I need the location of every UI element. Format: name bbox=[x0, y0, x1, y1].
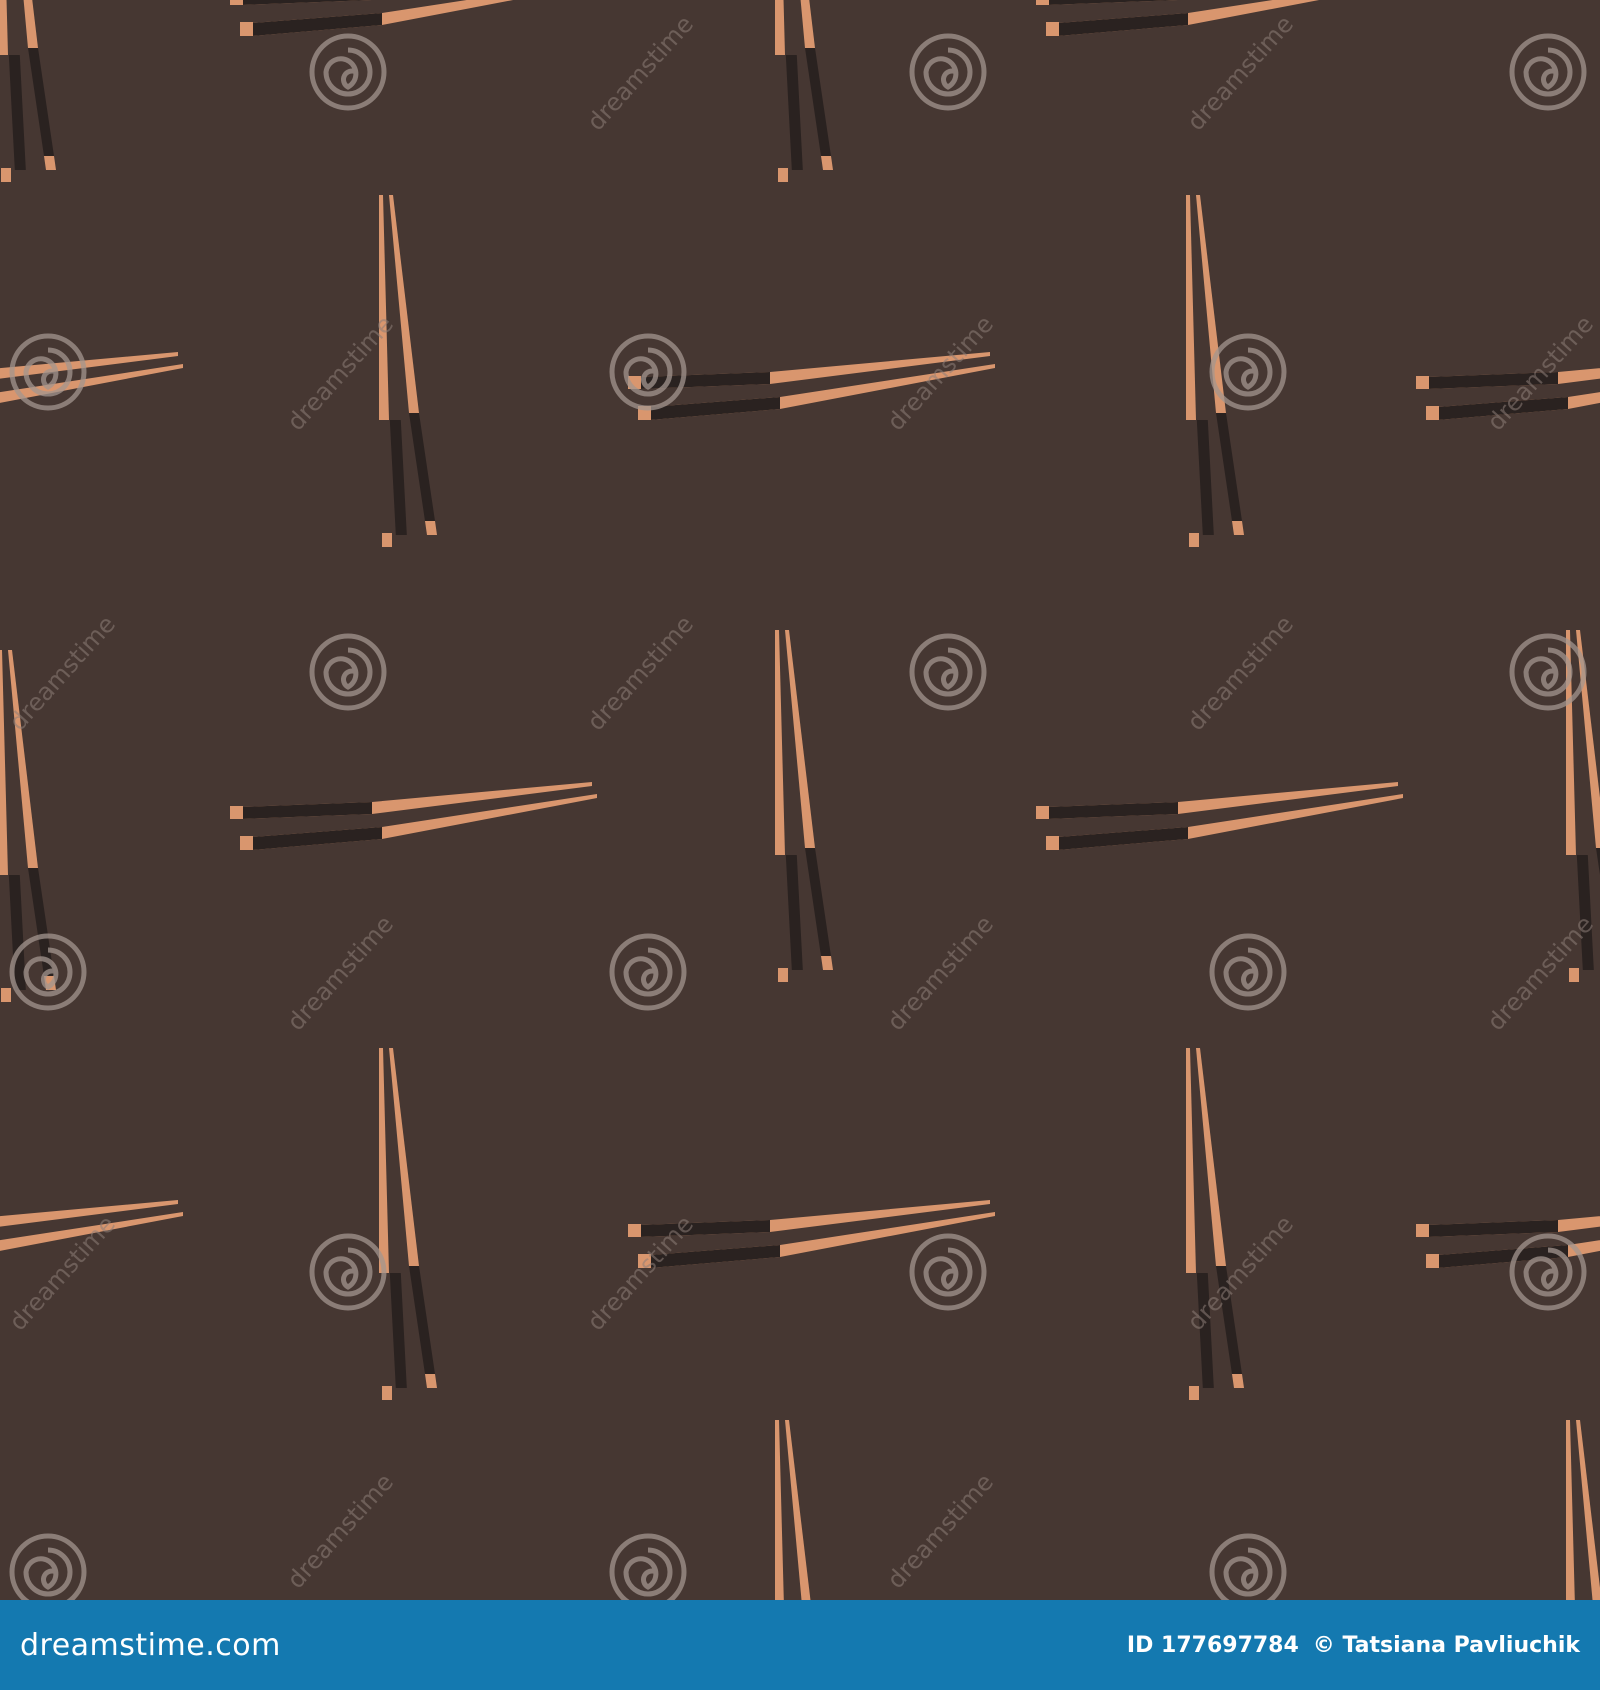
watermark-text: dreamstime bbox=[1482, 910, 1599, 1036]
dreamstime-spiral-icon bbox=[612, 1536, 684, 1600]
dreamstime-spiral-icon bbox=[1212, 336, 1284, 408]
chopsticks-vertical bbox=[1186, 1048, 1244, 1400]
chopsticks-vertical bbox=[379, 1048, 437, 1400]
dreamstime-spiral-icon bbox=[612, 336, 684, 408]
author-name: Tatsiana Pavliuchik bbox=[1342, 1632, 1580, 1658]
chopsticks-vertical bbox=[775, 630, 833, 982]
author-credit: © Tatsiana Pavliuchik bbox=[1313, 1633, 1580, 1658]
dreamstime-spiral-icon bbox=[312, 1236, 384, 1308]
watermark-text: dreamstime bbox=[882, 310, 999, 436]
footer-brand[interactable]: dreamstime.com bbox=[20, 1628, 281, 1663]
dreamstime-spiral-icon bbox=[12, 1536, 84, 1600]
footer-credits: ID 177697784 © Tatsiana Pavliuchik bbox=[1127, 1633, 1580, 1658]
chopsticks-horizontal bbox=[1416, 1200, 1600, 1268]
watermark-text: dreamstime bbox=[1182, 10, 1299, 136]
dreamstime-spiral-icon bbox=[312, 36, 384, 108]
dreamstime-spiral-icon bbox=[912, 636, 984, 708]
watermark-text: dreamstime bbox=[882, 1468, 999, 1594]
footer-bar: dreamstime.com ID 177697784 © Tatsiana P… bbox=[0, 1600, 1600, 1690]
watermark-text: dreamstime bbox=[282, 1468, 399, 1594]
dreamstime-spiral-icon bbox=[312, 636, 384, 708]
watermark-text: dreamstime bbox=[4, 1210, 121, 1336]
watermark-text: dreamstime bbox=[582, 10, 699, 136]
pattern-canvas: dreamstime dreamstime dreamstime dreamst… bbox=[0, 0, 1600, 1600]
chopsticks-horizontal bbox=[1036, 0, 1403, 36]
watermark-text: dreamstime bbox=[282, 910, 399, 1036]
dreamstime-spiral-icon bbox=[912, 1236, 984, 1308]
chopsticks-vertical bbox=[775, 0, 833, 182]
chopsticks-pattern: dreamstime dreamstime dreamstime dreamst… bbox=[0, 0, 1600, 1600]
copyright-symbol: © bbox=[1312, 1632, 1335, 1658]
chopsticks-vertical bbox=[1186, 195, 1244, 547]
watermark-text: dreamstime bbox=[1182, 610, 1299, 736]
image-id: ID 177697784 bbox=[1126, 1632, 1299, 1658]
chopsticks-horizontal bbox=[230, 782, 597, 850]
chopsticks-vertical bbox=[0, 0, 56, 182]
dreamstime-spiral-icon bbox=[1212, 1536, 1284, 1600]
dreamstime-spiral-icon bbox=[1212, 936, 1284, 1008]
chopsticks-vertical bbox=[1566, 1420, 1600, 1600]
chopsticks-horizontal bbox=[0, 352, 183, 420]
watermark-text: dreamstime bbox=[4, 610, 121, 736]
dreamstime-spiral-icon bbox=[1512, 36, 1584, 108]
dreamstime-spiral-icon bbox=[912, 36, 984, 108]
chopsticks-vertical bbox=[775, 1420, 833, 1600]
watermark-text: dreamstime bbox=[582, 610, 699, 736]
dreamstime-spiral-icon bbox=[612, 936, 684, 1008]
watermark-text: dreamstime bbox=[882, 910, 999, 1036]
chopsticks-horizontal bbox=[1036, 782, 1403, 850]
dreamstime-spiral-icon bbox=[1512, 636, 1584, 708]
chopsticks-horizontal bbox=[230, 0, 597, 36]
chopsticks-vertical bbox=[379, 195, 437, 547]
